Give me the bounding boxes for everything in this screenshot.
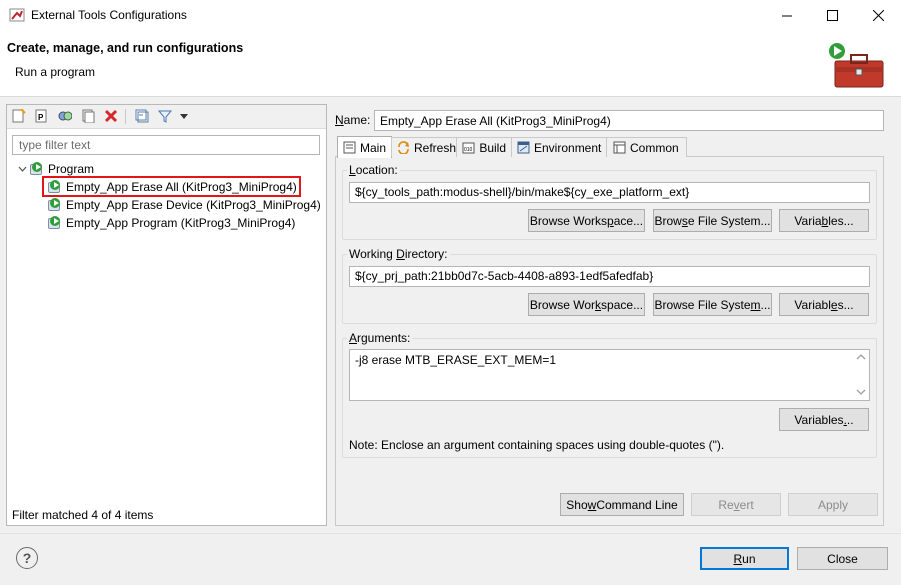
header-subtitle: Run a program <box>15 65 96 79</box>
close-button[interactable]: Close <box>797 547 888 570</box>
tree-item-program[interactable]: Empty_App Program (KitProg3_MiniProg4) <box>48 214 295 232</box>
footer-divider <box>0 533 901 534</box>
toolbar-divider <box>125 109 126 124</box>
arguments-note: Note: Enclose an argument containing spa… <box>349 438 725 452</box>
tree-group-label: Program <box>48 162 95 176</box>
arguments-textarea[interactable]: -j8 erase MTB_ERASE_EXT_MEM=1 <box>349 349 870 401</box>
main-tab-icon <box>343 141 356 155</box>
revert-button[interactable]: Re v ert <box>691 493 781 516</box>
environment-icon <box>517 141 530 155</box>
tree-item-label: Empty_App Erase Device (KitProg3_MiniPro… <box>66 198 321 212</box>
location-browse-file-system-button[interactable]: Brow s e File System... <box>653 209 772 232</box>
workdir-browse-workspace-button[interactable]: Browse Wor k space... <box>528 293 645 316</box>
filter-input[interactable] <box>12 135 320 155</box>
show-command-line-button[interactable]: Sho w Command Line <box>560 493 684 516</box>
location-browse-workspace-button[interactable]: Browse Works p ace... <box>528 209 645 232</box>
close-icon[interactable] <box>855 0 901 31</box>
program-icon <box>30 162 44 176</box>
tree-item-erase-device[interactable]: Empty_App Erase Device (KitProg3_MiniPro… <box>48 196 321 214</box>
filter-status: Filter matched 4 of 4 items <box>12 508 154 522</box>
chevron-down-icon[interactable] <box>18 165 30 174</box>
toolbox-run-icon <box>829 41 885 91</box>
working-directory-field[interactable]: ${cy_prj_path:21bb0d7c-5acb-4408-a893-1e… <box>349 266 870 287</box>
arguments-variables-button[interactable]: Variables... <box>779 408 869 431</box>
svg-text:010: 010 <box>464 147 473 153</box>
location-variables-button[interactable]: Varia b les... <box>779 209 869 232</box>
arguments-label: Arguments: <box>347 331 413 345</box>
minimize-icon[interactable] <box>764 0 810 31</box>
header-title: Create, manage, and run configurations <box>7 41 244 55</box>
location-field[interactable]: ${cy_tools_path:modus-shell}/bin/make${c… <box>349 182 870 203</box>
external-tool-icon <box>48 198 62 212</box>
tab-refresh[interactable]: Refresh <box>391 137 457 157</box>
name-label: Name: <box>335 113 371 127</box>
new-prototype-icon[interactable]: P <box>34 108 50 124</box>
tab-label: Refresh <box>414 140 457 155</box>
tab-label: Build <box>479 140 506 155</box>
common-icon <box>612 141 626 155</box>
tab-label: Common <box>630 140 679 155</box>
tab-build[interactable]: 010 Build <box>456 137 512 157</box>
workdir-variables-button[interactable]: Variabl e s... <box>779 293 869 316</box>
arguments-value: -j8 erase MTB_ERASE_EXT_MEM=1 <box>355 353 557 367</box>
tab-environment[interactable]: Environment <box>511 137 607 157</box>
export-icon[interactable] <box>80 108 96 124</box>
delete-icon[interactable] <box>103 108 119 124</box>
maximize-icon[interactable] <box>809 0 855 31</box>
filter-icon[interactable] <box>157 108 173 124</box>
new-configuration-icon[interactable] <box>11 108 27 124</box>
name-input[interactable] <box>374 110 884 131</box>
selection-highlight <box>42 176 301 197</box>
tree-item-label: Empty_App Program (KitProg3_MiniProg4) <box>66 216 296 230</box>
refresh-icon <box>397 141 410 155</box>
duplicate-icon[interactable] <box>57 108 73 124</box>
arguments-scrollbar[interactable] <box>853 350 869 400</box>
tab-label: Environment <box>534 140 602 155</box>
tab-label: Main <box>360 140 387 155</box>
tab-common[interactable]: Common <box>606 137 687 157</box>
view-menu-icon[interactable] <box>176 108 192 124</box>
workdir-browse-file-system-button[interactable]: Browse File Syste m... <box>653 293 772 316</box>
location-label: Location: <box>347 163 400 177</box>
app-icon <box>9 7 25 23</box>
help-icon[interactable]: ? <box>16 547 38 569</box>
run-button[interactable]: Run <box>700 547 789 570</box>
external-tool-icon <box>48 216 62 230</box>
window-title: External Tools Configurations <box>31 8 187 22</box>
build-icon: 010 <box>462 141 475 155</box>
working-directory-label: Working Directory: <box>347 247 450 261</box>
collapse-all-icon[interactable] <box>134 108 150 124</box>
svg-text:P: P <box>38 113 44 122</box>
tab-main[interactable]: Main <box>337 136 392 158</box>
apply-button[interactable]: Apply <box>788 493 878 516</box>
